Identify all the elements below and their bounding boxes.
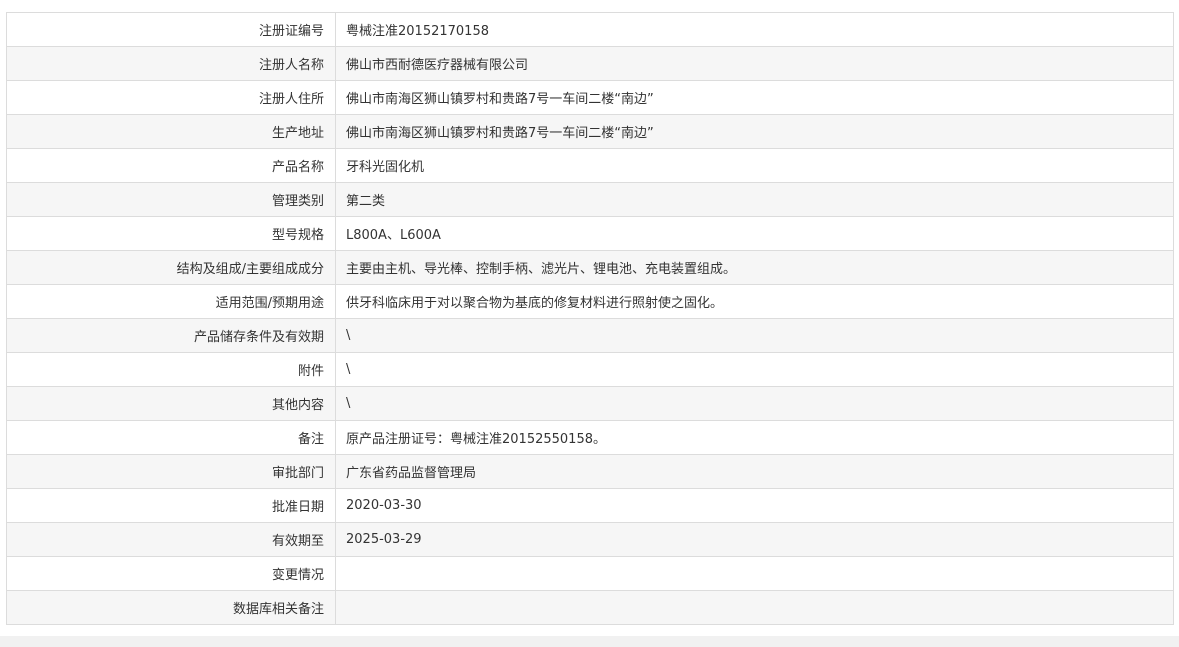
table-row: 审批部门 广东省药品监督管理局	[6, 454, 1174, 489]
row-label: 备注	[6, 420, 336, 455]
row-value: \	[335, 386, 1174, 421]
table-row: 注册人住所 佛山市南海区狮山镇罗村和贵路7号一车间二楼“南边”	[6, 80, 1174, 115]
row-value: 2020-03-30	[335, 488, 1174, 523]
row-value: \	[335, 352, 1174, 387]
table-row: 结构及组成/主要组成成分 主要由主机、导光棒、控制手柄、滤光片、锂电池、充电装置…	[6, 250, 1174, 285]
table-row: 附件 \	[6, 352, 1174, 387]
row-label: 注册人住所	[6, 80, 336, 115]
page-bottom-scrollbar-track	[0, 636, 1179, 647]
row-label: 适用范围/预期用途	[6, 284, 336, 319]
table-row: 其他内容 \	[6, 386, 1174, 421]
row-label: 结构及组成/主要组成成分	[6, 250, 336, 285]
row-label: 有效期至	[6, 522, 336, 557]
table-row: 管理类别 第二类	[6, 182, 1174, 217]
row-value: 佛山市南海区狮山镇罗村和贵路7号一车间二楼“南边”	[335, 80, 1174, 115]
row-value: 2025-03-29	[335, 522, 1174, 557]
row-value: 原产品注册证号：粤械注准20152550158。	[335, 420, 1174, 455]
table-row: 有效期至 2025-03-29	[6, 522, 1174, 557]
registration-detail-table: 注册证编号 粤械注准20152170158 注册人名称 佛山市西耐德医疗器械有限…	[6, 12, 1174, 625]
table-row: 批准日期 2020-03-30	[6, 488, 1174, 523]
row-label: 产品储存条件及有效期	[6, 318, 336, 353]
table-row: 数据库相关备注	[6, 590, 1174, 625]
table-row: 备注 原产品注册证号：粤械注准20152550158。	[6, 420, 1174, 455]
row-value	[335, 556, 1174, 591]
row-value: 第二类	[335, 182, 1174, 217]
row-label: 附件	[6, 352, 336, 387]
table-row: 变更情况	[6, 556, 1174, 591]
table-row: 产品储存条件及有效期 \	[6, 318, 1174, 353]
row-value: 佛山市西耐德医疗器械有限公司	[335, 46, 1174, 81]
row-label: 注册证编号	[6, 12, 336, 47]
table-row: 型号规格 L800A、L600A	[6, 216, 1174, 251]
row-value: 主要由主机、导光棒、控制手柄、滤光片、锂电池、充电装置组成。	[335, 250, 1174, 285]
record-detail-page: 注册证编号 粤械注准20152170158 注册人名称 佛山市西耐德医疗器械有限…	[0, 0, 1179, 647]
row-value: 佛山市南海区狮山镇罗村和贵路7号一车间二楼“南边”	[335, 114, 1174, 149]
row-label: 审批部门	[6, 454, 336, 489]
row-label: 变更情况	[6, 556, 336, 591]
row-value: L800A、L600A	[335, 216, 1174, 251]
row-label: 注册人名称	[6, 46, 336, 81]
row-value	[335, 590, 1174, 625]
row-label: 型号规格	[6, 216, 336, 251]
table-row: 适用范围/预期用途 供牙科临床用于对以聚合物为基底的修复材料进行照射使之固化。	[6, 284, 1174, 319]
table-row: 生产地址 佛山市南海区狮山镇罗村和贵路7号一车间二楼“南边”	[6, 114, 1174, 149]
row-label: 管理类别	[6, 182, 336, 217]
row-value: 供牙科临床用于对以聚合物为基底的修复材料进行照射使之固化。	[335, 284, 1174, 319]
row-label: 数据库相关备注	[6, 590, 336, 625]
row-value: \	[335, 318, 1174, 353]
row-label: 产品名称	[6, 148, 336, 183]
row-label: 生产地址	[6, 114, 336, 149]
row-label: 批准日期	[6, 488, 336, 523]
table-row: 注册证编号 粤械注准20152170158	[6, 12, 1174, 47]
row-value: 广东省药品监督管理局	[335, 454, 1174, 489]
row-value: 粤械注准20152170158	[335, 12, 1174, 47]
row-value: 牙科光固化机	[335, 148, 1174, 183]
table-row: 注册人名称 佛山市西耐德医疗器械有限公司	[6, 46, 1174, 81]
table-row: 产品名称 牙科光固化机	[6, 148, 1174, 183]
row-label: 其他内容	[6, 386, 336, 421]
